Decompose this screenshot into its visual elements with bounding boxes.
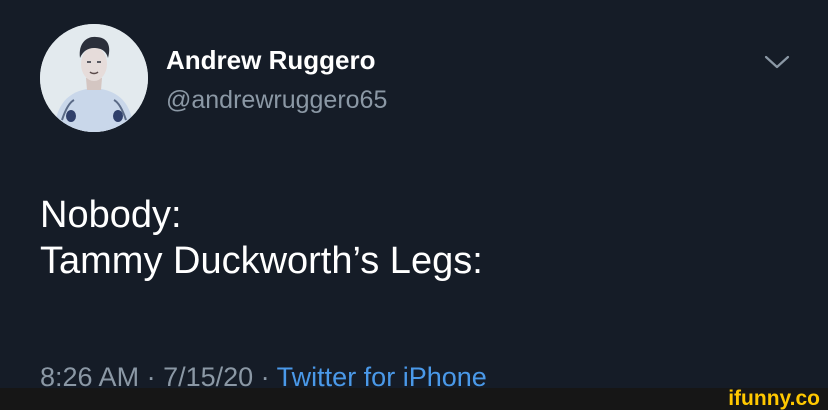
tweet-text: Nobody: Tammy Duckworth’s Legs: [40, 192, 483, 284]
ifunny-watermark: ifunny.co [728, 387, 820, 410]
chevron-down-icon[interactable] [762, 50, 792, 74]
tweet-text-line: Nobody: [40, 194, 182, 236]
avatar-illustration [40, 24, 148, 132]
tweet-text-line: Tammy Duckworth’s Legs: [40, 240, 483, 282]
author-display-name[interactable]: Andrew Ruggero [166, 44, 375, 76]
avatar[interactable] [40, 24, 148, 132]
tweet-card: Andrew Ruggero @andrewruggero65 Nobody: … [0, 0, 828, 392]
author-handle[interactable]: @andrewruggero65 [166, 84, 387, 116]
watermark-bar: ifunny.co [0, 388, 828, 410]
